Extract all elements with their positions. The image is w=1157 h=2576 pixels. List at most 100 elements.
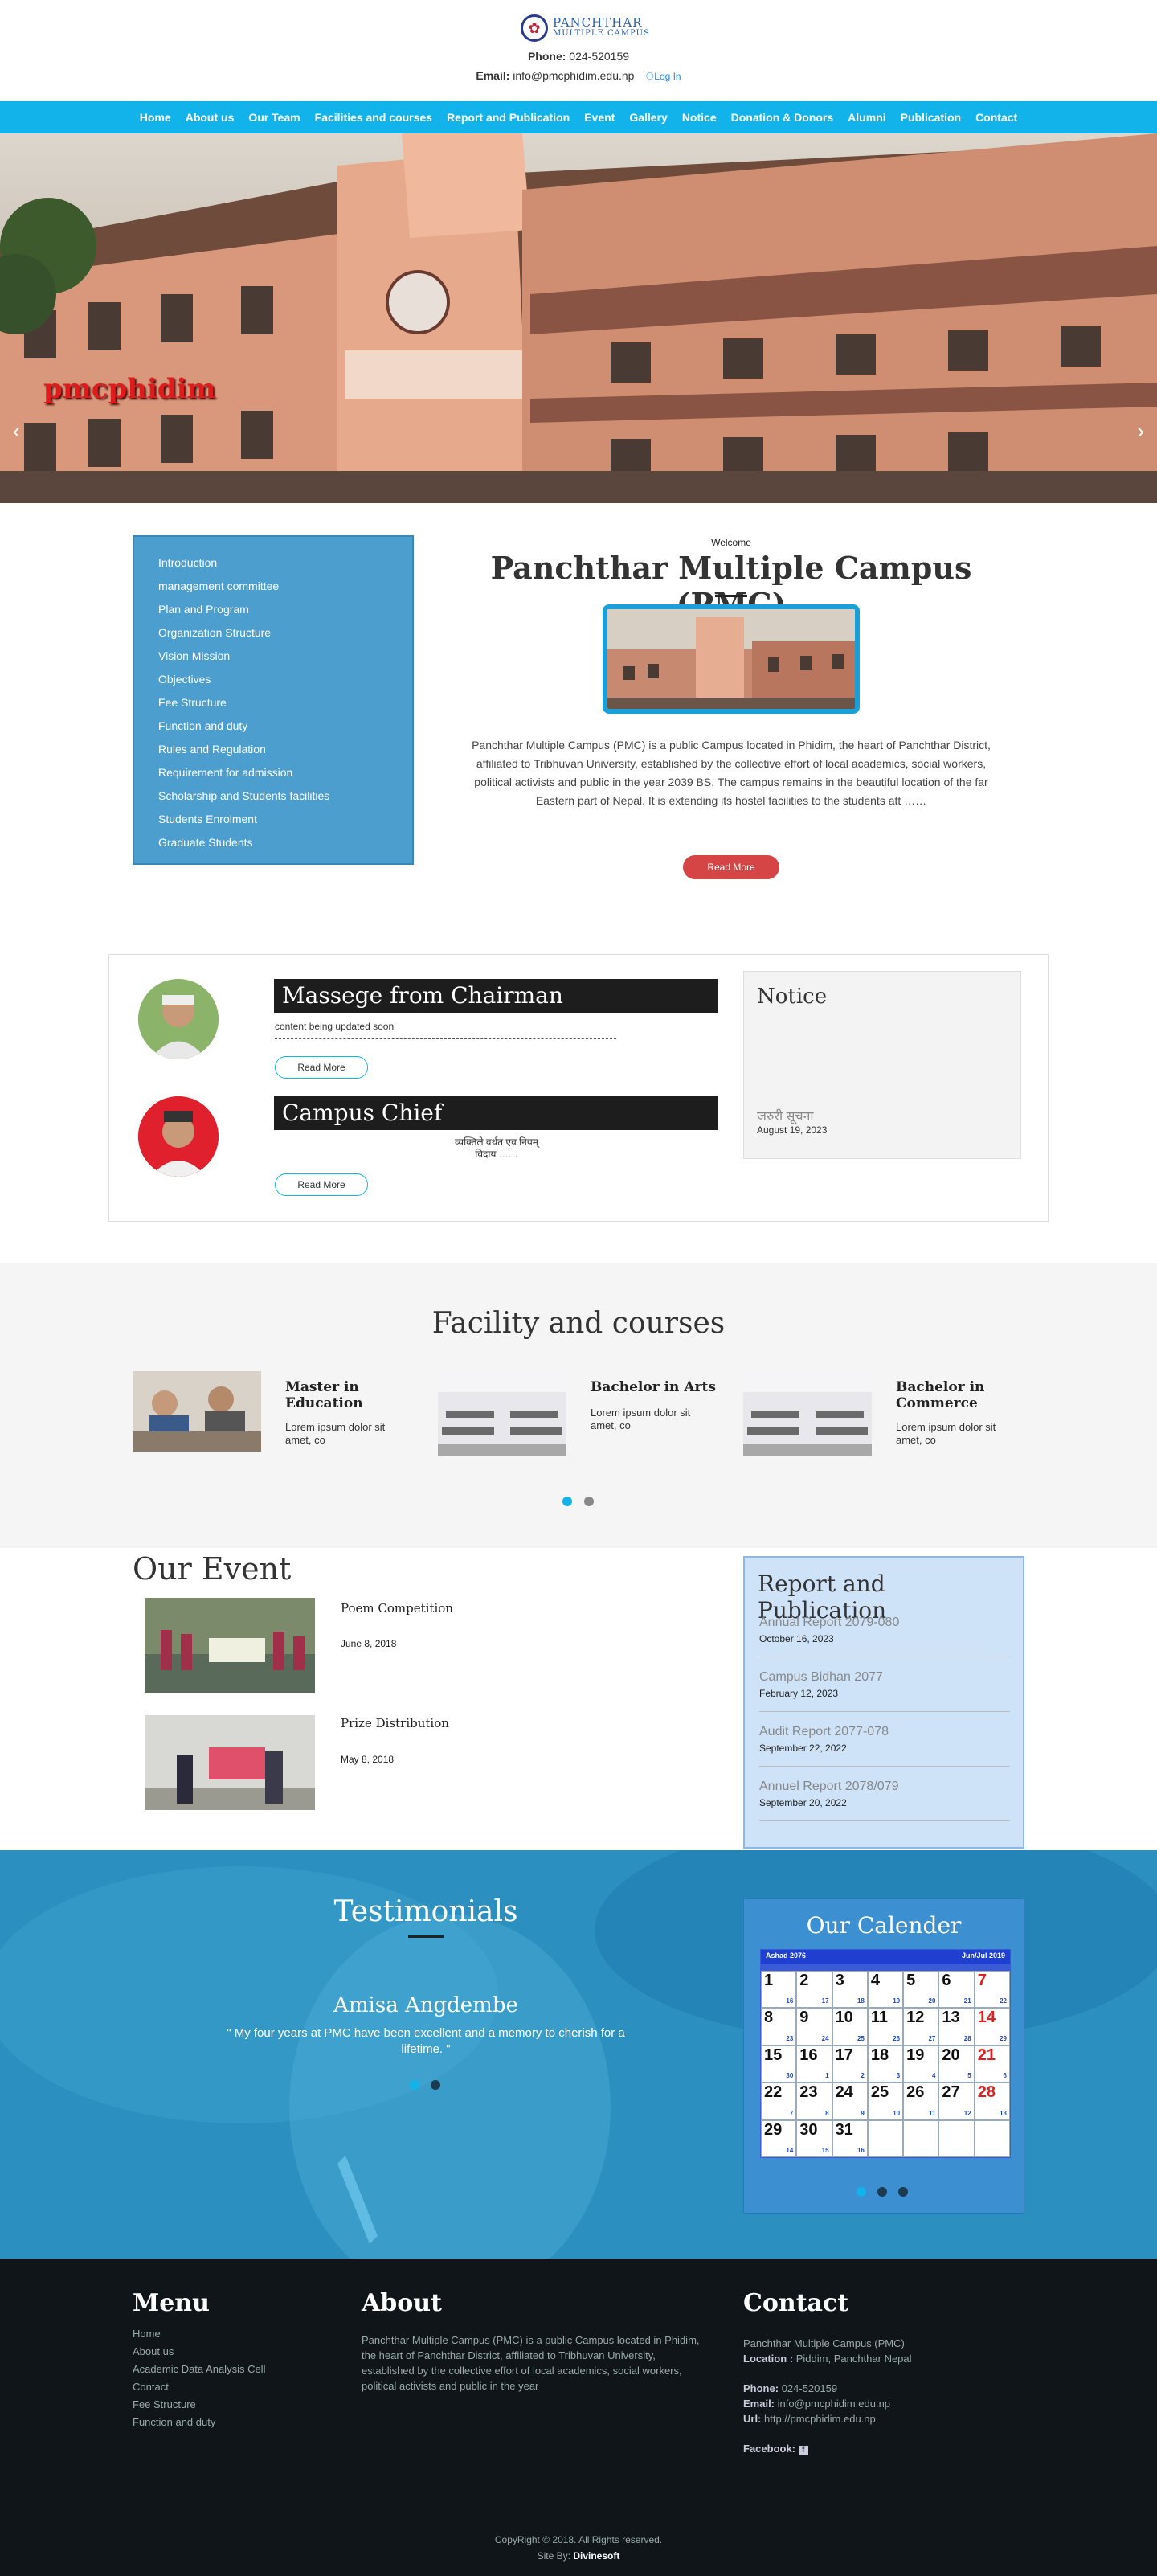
footer-menu-link[interactable]: Academic Data Analysis Cell	[133, 2363, 265, 2375]
nav-item[interactable]: Publication	[893, 111, 968, 124]
sidebar-item[interactable]: Rules and Regulation	[158, 738, 412, 761]
nav-item[interactable]: About us	[178, 111, 242, 124]
event-name-link[interactable]: Prize Distribution	[341, 1716, 449, 1730]
calendar-day[interactable]	[974, 2119, 1010, 2157]
calendar-day[interactable]: 11 26	[867, 2008, 904, 2046]
calendar-day[interactable]: 15 30	[761, 2045, 797, 2083]
notice-item-link[interactable]: जरुरी सूचना	[757, 1107, 814, 1124]
footer-menu-link[interactable]: Home	[133, 2328, 161, 2340]
calendar-day[interactable]: 23 8	[796, 2083, 832, 2120]
report-item[interactable]: Audit Report 2077-078 September 22, 2022	[759, 1725, 1010, 1767]
calendar-day[interactable]: 9 24	[796, 2008, 832, 2046]
nav-item[interactable]: Report and Publication	[439, 111, 577, 124]
sidebar-item[interactable]: management committee	[158, 575, 412, 598]
calendar-day[interactable]: 1 16	[761, 1971, 797, 2009]
calendar-day[interactable]: 21 6	[974, 2045, 1010, 2083]
calendar-day[interactable]: 13 28	[938, 2008, 975, 2046]
login-link[interactable]: ⚇Log In	[645, 71, 681, 82]
calendar-day[interactable]: 8 23	[761, 2008, 797, 2046]
calendar-day[interactable]: 6 21	[938, 1971, 975, 2009]
calendar-day[interactable]: 5 20	[903, 1971, 939, 2009]
footer-menu-link[interactable]: Function and duty	[133, 2416, 215, 2428]
calendar-day[interactable]: 12 27	[903, 2008, 939, 2046]
course-image	[438, 1371, 566, 1456]
chairman-read-more-button[interactable]: Read More	[275, 1056, 368, 1079]
calendar-day[interactable]: 25 10	[867, 2083, 904, 2120]
calendar-dot[interactable]	[898, 2187, 908, 2197]
calendar-day[interactable]	[903, 2119, 939, 2157]
campus-chief-read-more-button[interactable]: Read More	[275, 1173, 368, 1196]
nav-item[interactable]: Home	[133, 111, 178, 124]
calendar-day[interactable]: 14 29	[974, 2008, 1010, 2046]
calendar-day[interactable]: 29 14	[761, 2119, 797, 2157]
nav-item[interactable]: Our Team	[241, 111, 307, 124]
nav-item[interactable]: Facilities and courses	[308, 111, 439, 124]
calendar-dot-active[interactable]	[857, 2187, 866, 2197]
nav-item[interactable]: Gallery	[622, 111, 674, 124]
report-item[interactable]: Annual Report 2079-080 October 16, 2023	[759, 1616, 1010, 1657]
sidebar-item[interactable]: Organization Structure	[158, 621, 412, 645]
calendar-day[interactable]: 17 2	[832, 2045, 868, 2083]
site-footer: Menu Home About us Academic Data Analysis …	[0, 2259, 1157, 2576]
calendar-day[interactable]: 27 12	[938, 2083, 975, 2120]
nav-item[interactable]: Donation & Donors	[724, 111, 841, 124]
chairman-message-text: content being updated soon	[275, 1021, 395, 1032]
calendar-day[interactable]: 10 25	[832, 2008, 868, 2046]
calendar-day[interactable]: 2 17	[796, 1971, 832, 2009]
course-description: Lorem ipsum dolor sit amet, co	[896, 1421, 996, 1446]
nepali-calendar[interactable]: Ashad 2076 Jun/Jul 2019 1 16 2 17 3 18 4 19 5 20 6 2…	[760, 1949, 1011, 2158]
testimonial-dot-active[interactable]	[410, 2080, 419, 2090]
calendar-day[interactable]: 20 5	[938, 2045, 975, 2083]
calendar-dot[interactable]	[877, 2187, 887, 2197]
report-item[interactable]: Annuel Report 2078/079 September 20, 2022	[759, 1779, 1010, 1821]
calendar-day[interactable]: 26 11	[903, 2083, 939, 2120]
footer-menu-link[interactable]: Contact	[133, 2381, 169, 2393]
calendar-day[interactable]: 3 18	[832, 1971, 868, 2009]
sidebar-item[interactable]: Scholarship and Students facilities	[158, 784, 412, 808]
nav-item[interactable]: Contact	[968, 111, 1024, 124]
sidebar-item[interactable]: Graduate Students	[158, 831, 412, 854]
calendar-day[interactable]: 4 19	[867, 1971, 904, 2009]
copyright: CopyRight © 2018. All Rights reserved. S…	[494, 2534, 663, 2562]
sidebar-item[interactable]: Objectives	[158, 668, 412, 691]
sidebar-item[interactable]: Introduction	[158, 551, 412, 575]
testimonial-dot[interactable]	[431, 2080, 440, 2090]
nav-item[interactable]: Event	[577, 111, 622, 124]
calendar-day[interactable]: 30 15	[796, 2119, 832, 2157]
report-item[interactable]: Campus Bidhan 2077 February 12, 2023	[759, 1670, 1010, 1712]
carousel-dot[interactable]	[584, 1497, 594, 1506]
logo[interactable]: ✿ PANCHTHAR MULTIPLE CAMPUS	[521, 14, 650, 42]
calendar-day[interactable]: 18 3	[867, 2045, 904, 2083]
sidebar-item[interactable]: Students Enrolment	[158, 808, 412, 831]
nav-item[interactable]: Notice	[675, 111, 724, 124]
event-name-link[interactable]: Poem Competition	[341, 1601, 453, 1616]
sidebar-item[interactable]: Plan and Program	[158, 598, 412, 621]
slider-next-icon[interactable]: ›	[1137, 419, 1144, 444]
sidebar-item[interactable]: Fee Structure	[158, 691, 412, 715]
calendar-day[interactable]: 31 16	[832, 2119, 868, 2157]
calendar-day[interactable]: 16 1	[796, 2045, 832, 2083]
calendar-day[interactable]: 22 7	[761, 2083, 797, 2120]
nav-item[interactable]: Alumni	[840, 111, 893, 124]
calendar-day[interactable]	[867, 2119, 904, 2157]
calendar-day[interactable]: 19 4	[903, 2045, 939, 2083]
course-name: Bachelor in Commerce	[896, 1379, 985, 1411]
calendar-day[interactable]: 28 13	[974, 2083, 1010, 2120]
calendar-day[interactable]	[938, 2119, 975, 2157]
slider-prev-icon[interactable]: ‹	[13, 419, 20, 444]
sidebar-item[interactable]: Vision Mission	[158, 645, 412, 668]
footer-url-link[interactable]: http://pmcphidim.edu.np	[764, 2413, 876, 2425]
facebook-icon[interactable]: f	[798, 2446, 808, 2455]
carousel-dot-active[interactable]	[562, 1497, 572, 1506]
header-email: Email: info@pmcphidim.edu.np ⚇Log In	[476, 69, 681, 82]
event-date: May 8, 2018	[341, 1754, 395, 1765]
sidebar-item[interactable]: Function and duty	[158, 715, 412, 738]
footer-menu-link[interactable]: About us	[133, 2345, 174, 2357]
welcome-read-more-button[interactable]: Read More	[683, 855, 779, 879]
developer-link[interactable]: Divinesoft	[573, 2550, 619, 2562]
sidebar-item[interactable]: Requirement for admission	[158, 761, 412, 784]
calendar-month-en: Jun/Jul 2019	[961, 1951, 1005, 1960]
footer-menu-link[interactable]: Fee Structure	[133, 2398, 196, 2410]
calendar-day[interactable]: 7 22	[974, 1971, 1010, 2009]
calendar-day[interactable]: 24 9	[832, 2083, 868, 2120]
